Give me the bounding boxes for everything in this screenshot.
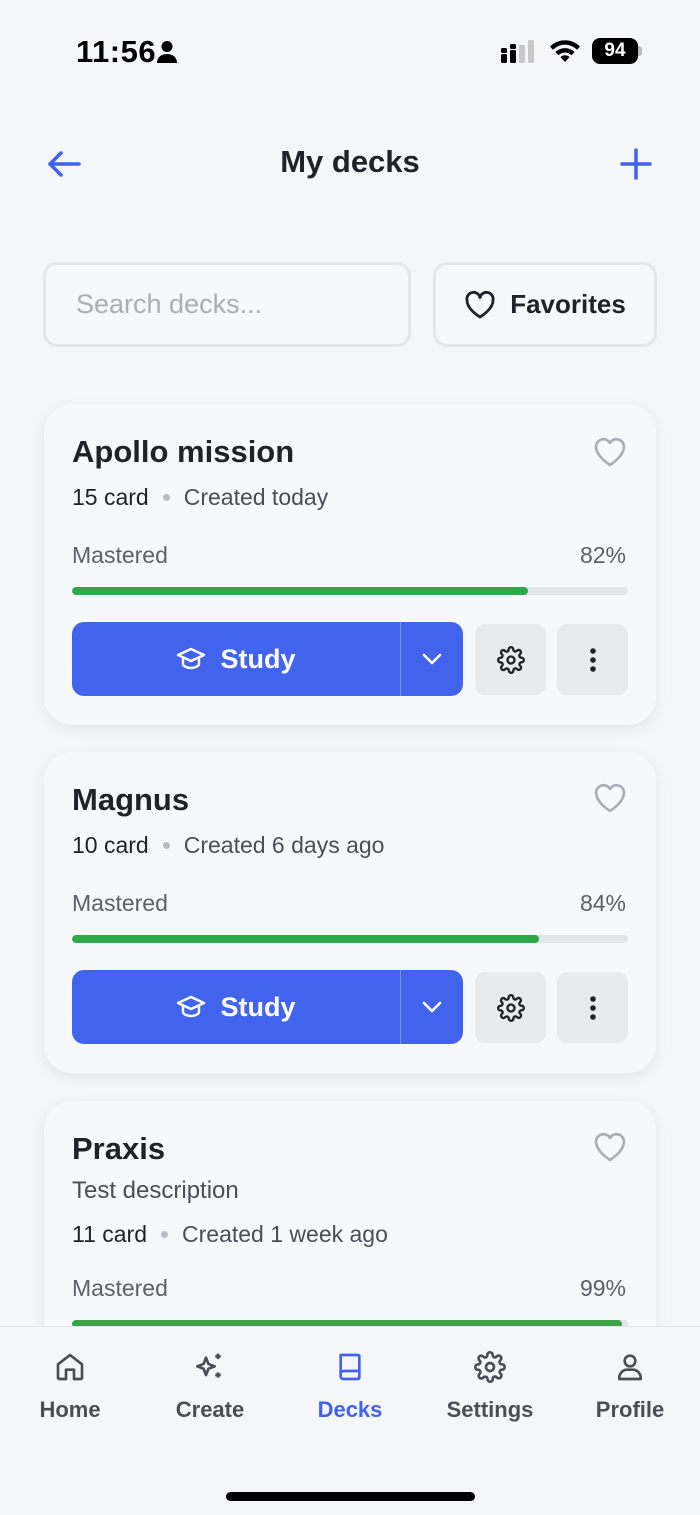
- gear-icon: [496, 645, 525, 674]
- tab-create[interactable]: Create: [140, 1351, 280, 1423]
- plus-icon: [620, 148, 652, 180]
- book-icon: [339, 1353, 361, 1381]
- tab-settings[interactable]: Settings: [420, 1351, 560, 1423]
- mastered-label: Mastered: [72, 1275, 168, 1301]
- tab-decks[interactable]: Decks: [280, 1351, 420, 1423]
- deck-title: Apollo mission: [72, 434, 295, 469]
- status-time: 11:56: [76, 34, 157, 69]
- study-label: Study: [220, 991, 296, 1022]
- study-label: Study: [220, 643, 296, 674]
- user-icon: [618, 1354, 642, 1381]
- heart-icon[interactable]: [592, 780, 628, 816]
- study-options-dropdown[interactable]: [401, 622, 463, 696]
- card-count: 11 card: [72, 1221, 148, 1247]
- tab-home[interactable]: Home: [0, 1351, 140, 1423]
- mastered-percent: 99%: [579, 1275, 626, 1301]
- tab-label: Decks: [317, 1397, 383, 1422]
- more-vertical-icon: [589, 995, 596, 1020]
- favorites-button[interactable]: Favorites: [433, 262, 657, 347]
- created-date: Created 6 days ago: [183, 832, 385, 858]
- graduation-cap-icon: [177, 995, 206, 1018]
- separator-dot: [162, 842, 170, 849]
- deck-card[interactable]: Apollo mission 15 card Created today Mas…: [44, 404, 656, 725]
- study-button[interactable]: Study: [72, 622, 400, 696]
- favorites-label: Favorites: [510, 289, 626, 319]
- gear-icon: [496, 993, 525, 1022]
- more-options-button[interactable]: [557, 972, 628, 1043]
- search-input[interactable]: [43, 262, 411, 347]
- progress-bar: [72, 935, 628, 943]
- deck-title: Praxis: [72, 1131, 166, 1166]
- heart-icon[interactable]: [592, 1129, 628, 1165]
- gear-icon: [474, 1351, 506, 1383]
- progress-bar: [72, 587, 628, 595]
- more-vertical-icon: [589, 647, 596, 672]
- heart-icon: [465, 290, 495, 318]
- deck-description: Test description: [72, 1177, 239, 1204]
- created-date: Created today: [183, 484, 329, 510]
- deck-title: Magnus: [72, 782, 190, 817]
- deck-settings-button[interactable]: [475, 624, 546, 695]
- battery-indicator: 94: [592, 38, 638, 64]
- chevron-down-icon: [422, 1001, 442, 1013]
- tab-label: Create: [175, 1397, 245, 1422]
- card-count: 15 card: [72, 484, 149, 510]
- tab-label: Profile: [595, 1397, 665, 1422]
- mastered-percent: 82%: [579, 542, 626, 568]
- mastered-label: Mastered: [72, 542, 168, 568]
- chevron-down-icon: [422, 653, 442, 665]
- deck-meta: 15 card Created today: [72, 484, 328, 511]
- tab-label: Settings: [446, 1397, 534, 1422]
- progress-fill: [72, 587, 528, 595]
- created-date: Created 1 week ago: [182, 1221, 388, 1247]
- home-icon: [56, 1353, 84, 1381]
- study-button[interactable]: Study: [72, 970, 400, 1044]
- bottom-tab-bar: Home Create Decks Settings Profile: [0, 1326, 700, 1515]
- heart-icon[interactable]: [592, 434, 628, 470]
- wifi-icon: [548, 38, 582, 69]
- separator-dot: [162, 494, 170, 501]
- status-bar: 11:56 94: [0, 0, 700, 100]
- separator-dot: [161, 1231, 169, 1238]
- graduation-cap-icon: [177, 647, 206, 670]
- progress-fill: [72, 935, 540, 943]
- deck-card[interactable]: Magnus 10 card Created 6 days ago Master…: [44, 752, 656, 1073]
- add-deck-button[interactable]: [614, 142, 658, 186]
- more-options-button[interactable]: [557, 624, 628, 695]
- mastered-percent: 84%: [579, 890, 626, 916]
- deck-meta: 11 card Created 1 week ago: [72, 1221, 388, 1248]
- study-options-dropdown[interactable]: [401, 970, 463, 1044]
- person-icon: [156, 40, 178, 69]
- page-title: My decks: [280, 144, 420, 179]
- tab-profile[interactable]: Profile: [560, 1351, 700, 1423]
- mastered-label: Mastered: [72, 890, 168, 916]
- deck-meta: 10 card Created 6 days ago: [72, 832, 384, 859]
- card-count: 10 card: [72, 832, 149, 858]
- cellular-signal-icon: [500, 40, 538, 69]
- tab-label: Home: [39, 1397, 101, 1422]
- sparkles-icon: [196, 1353, 221, 1378]
- deck-settings-button[interactable]: [475, 972, 546, 1043]
- battery-cap: [638, 46, 642, 56]
- study-button-group: Study: [72, 970, 463, 1044]
- study-button-group: Study: [72, 622, 463, 696]
- home-indicator: [226, 1492, 475, 1501]
